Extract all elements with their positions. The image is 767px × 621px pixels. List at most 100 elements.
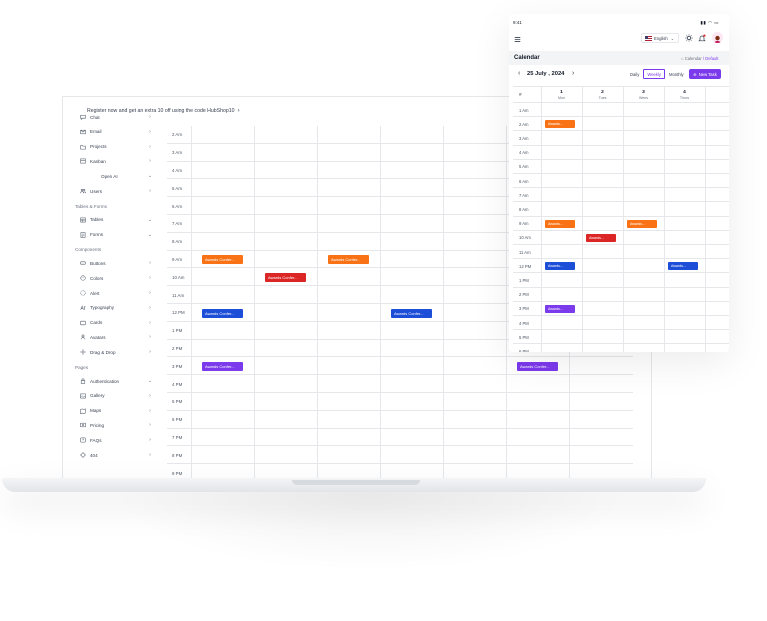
chat-icon <box>79 115 86 121</box>
grid-column-line <box>191 126 192 480</box>
sidebar-item-colors[interactable]: Colors › <box>79 273 153 283</box>
time-row: 7 Am <box>513 188 729 203</box>
event-chip[interactable]: Awards Confer... <box>202 308 243 318</box>
sidebar-item-projects[interactable]: Projects › <box>79 142 153 152</box>
sidebar-item-label: Maps <box>90 408 102 414</box>
sidebar-section-heading: Pages <box>75 365 89 370</box>
sidebar-item-authentication[interactable]: Authentication ⌄ <box>79 376 153 386</box>
time-row: 3 Am <box>513 131 729 146</box>
chevron-right-icon: › <box>149 188 151 194</box>
event-chip[interactable]: Awards... <box>545 219 575 228</box>
tab-weekly[interactable]: Weekly <box>643 69 665 79</box>
page-title: Calendar <box>514 55 540 61</box>
time-label: 5 PM <box>172 399 183 405</box>
chevron-right-icon: › <box>149 452 151 458</box>
chevron-right-icon: › <box>149 334 151 341</box>
sidebar-item-label: Forms <box>90 232 104 238</box>
sidebar-item-forms[interactable]: Forms ⌄ <box>79 230 153 240</box>
time-label: 3 Am <box>172 150 183 156</box>
chevron-left-icon[interactable]: ‹ <box>518 70 520 77</box>
grid-column-line <box>506 126 507 480</box>
sidebar-item-kanban[interactable]: Kanban › <box>79 156 153 166</box>
sidebar-item-typography[interactable]: Typography › <box>79 303 153 313</box>
time-label: 10 Am <box>172 274 185 280</box>
menu-icon[interactable] <box>514 36 521 43</box>
sun-icon[interactable] <box>685 34 693 42</box>
sidebar-item-alert[interactable]: Alert › <box>79 288 153 298</box>
laptop-notch <box>292 480 420 485</box>
breadcrumb-current: / Default <box>702 56 719 61</box>
pricing-icon <box>79 422 86 429</box>
sidebar-item-users[interactable]: Users › <box>79 186 153 196</box>
event-chip[interactable]: Awards... <box>545 120 575 129</box>
sidebar-item-gallery[interactable]: Gallery › <box>79 391 153 401</box>
breadcrumb-home[interactable]: Calendar <box>685 56 702 61</box>
chevron-down-icon: ⌄ <box>147 173 153 180</box>
chevron-right-icon: › <box>149 304 151 311</box>
view-tabs: Daily Weekly Monthly <box>626 69 688 79</box>
language-select[interactable]: English ⌄ <box>641 33 679 43</box>
sidebar-section-heading: Components <box>75 247 102 253</box>
sidebar-item-maps[interactable]: Maps › <box>79 406 153 416</box>
day-header: 4 Thurs <box>664 90 705 100</box>
sidebar-item-faqs[interactable]: FAQs › <box>79 435 153 445</box>
tab-monthly[interactable]: Monthly <box>665 69 688 79</box>
event-chip[interactable]: Awards... <box>586 233 616 242</box>
sidebar-item-label: Gallery <box>90 393 105 399</box>
time-row: 1 PM <box>513 273 729 288</box>
day-name: Mon <box>558 96 565 100</box>
sidebar-item-label: Open AI <box>101 173 118 179</box>
new-task-button[interactable]: ⊕ New Task <box>689 69 721 79</box>
event-chip[interactable]: Awards... <box>545 304 575 313</box>
event-chip[interactable]: Awards Confer... <box>391 308 432 318</box>
chevron-down-icon: ⌄ <box>147 231 153 238</box>
bell-icon[interactable] <box>698 34 706 42</box>
event-chip[interactable]: Awards Confer... <box>517 361 558 371</box>
time-label: 6 PM <box>172 417 183 423</box>
event-chip[interactable]: Awards Confer... <box>202 255 243 265</box>
sidebar-item-label: Typography <box>90 305 115 311</box>
sidebar-item-404[interactable]: 404 › <box>79 450 153 460</box>
promo-text: Register now and get an extra 10 off usi… <box>87 108 235 114</box>
diamond-icon <box>79 452 86 459</box>
sidebar-item-tables[interactable]: Tables ⌄ <box>79 215 153 225</box>
sidebar-item-open-ai[interactable]: Open AI ⌄ <box>79 171 153 181</box>
grid-column-line <box>623 86 624 352</box>
sidebar-item-label: Drag & Drop <box>90 349 116 355</box>
chevron-right-icon: › <box>149 290 151 296</box>
event-chip[interactable]: Awards Confer... <box>202 361 243 371</box>
time-label: 1 PM <box>519 277 529 283</box>
time-label: 2 PM <box>519 292 529 298</box>
calendar-toolbar: ‹ 25 July , 2024 › Daily Weekly Monthly ⊕ … <box>509 65 729 85</box>
event-chip[interactable]: Awards... <box>627 219 657 228</box>
chevron-right-icon[interactable]: › <box>572 70 574 77</box>
time-label: 9 Am <box>519 221 529 227</box>
typography-icon <box>79 304 86 311</box>
day-name: Tues <box>598 96 607 100</box>
avatar[interactable] <box>712 32 723 43</box>
time-label: 9 Am <box>172 256 183 262</box>
sidebar-item-label: Buttons <box>90 260 106 266</box>
time-label: 6 PM <box>519 348 529 352</box>
drag-icon <box>79 349 86 356</box>
chevron-right-icon: › <box>149 349 151 356</box>
sidebar-item-drag-drop[interactable]: Drag & Drop › <box>79 347 153 357</box>
tab-daily[interactable]: Daily <box>626 69 643 79</box>
event-chip[interactable]: Awards... <box>545 262 575 271</box>
alert-icon <box>79 290 86 297</box>
sidebar-item-email[interactable]: Email › <box>79 127 153 137</box>
sidebar-item-avatars[interactable]: Avatars › <box>79 332 153 342</box>
sidebar-item-chat[interactable]: Chat › <box>79 115 153 122</box>
chevron-down-icon: ⌄ <box>147 378 153 384</box>
event-chip[interactable]: Awards Confer... <box>265 272 306 282</box>
sidebar-item-pricing[interactable]: Pricing › <box>79 420 153 430</box>
sidebar-item-buttons[interactable]: Buttons › <box>79 258 153 268</box>
sidebar-item-cards[interactable]: Cards › <box>79 318 153 328</box>
chevron-right-icon: › <box>149 260 151 267</box>
time-label: 10 Am <box>519 235 531 241</box>
time-label: 7 Am <box>172 221 183 227</box>
event-chip[interactable]: Awards... <box>668 262 698 271</box>
event-chip[interactable]: Awards Confer... <box>328 255 369 265</box>
time-row: 5 PM <box>167 393 633 411</box>
kanban-icon <box>79 158 86 165</box>
